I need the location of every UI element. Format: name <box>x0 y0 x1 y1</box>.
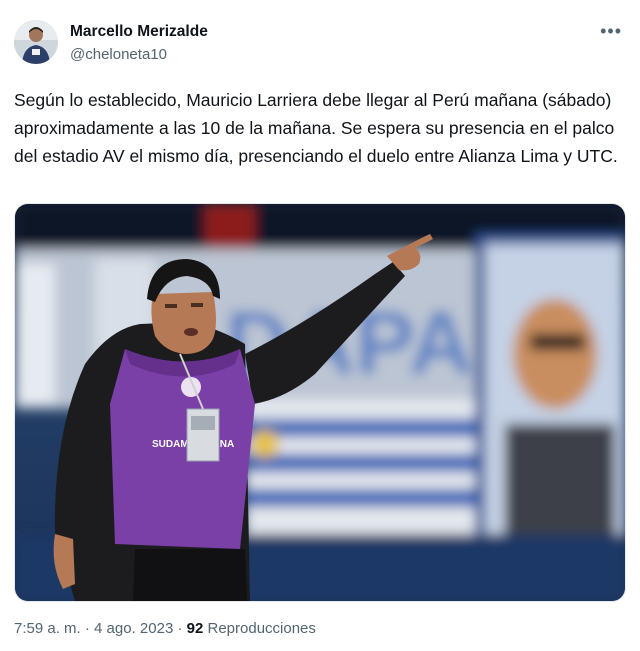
tweet-time[interactable]: 7:59 a. m. <box>14 620 81 637</box>
author-handle[interactable]: @cheloneta10 <box>70 46 167 63</box>
tweet-date[interactable]: 4 ago. 2023 <box>94 620 173 637</box>
tweet-meta: 7:59 a. m. · 4 ago. 2023 · 92 Reproducci… <box>14 620 316 637</box>
avatar[interactable] <box>14 20 58 64</box>
views-count: 92 <box>186 620 204 637</box>
meta-separator: · <box>80 620 95 637</box>
coach-photo: DAPAS! SUDAMERICANA <box>15 204 625 601</box>
more-options-icon[interactable]: ••• <box>600 22 622 40</box>
meta-separator-2: · <box>173 620 187 637</box>
profile-photo <box>14 20 58 64</box>
views-label: Reproducciones <box>207 620 316 637</box>
author-display-name[interactable]: Marcello Merizalde <box>70 23 208 41</box>
tweet-photo[interactable]: DAPAS! SUDAMERICANA <box>14 203 626 602</box>
tweet-text: Según lo establecido, Mauricio Larriera … <box>14 90 618 166</box>
